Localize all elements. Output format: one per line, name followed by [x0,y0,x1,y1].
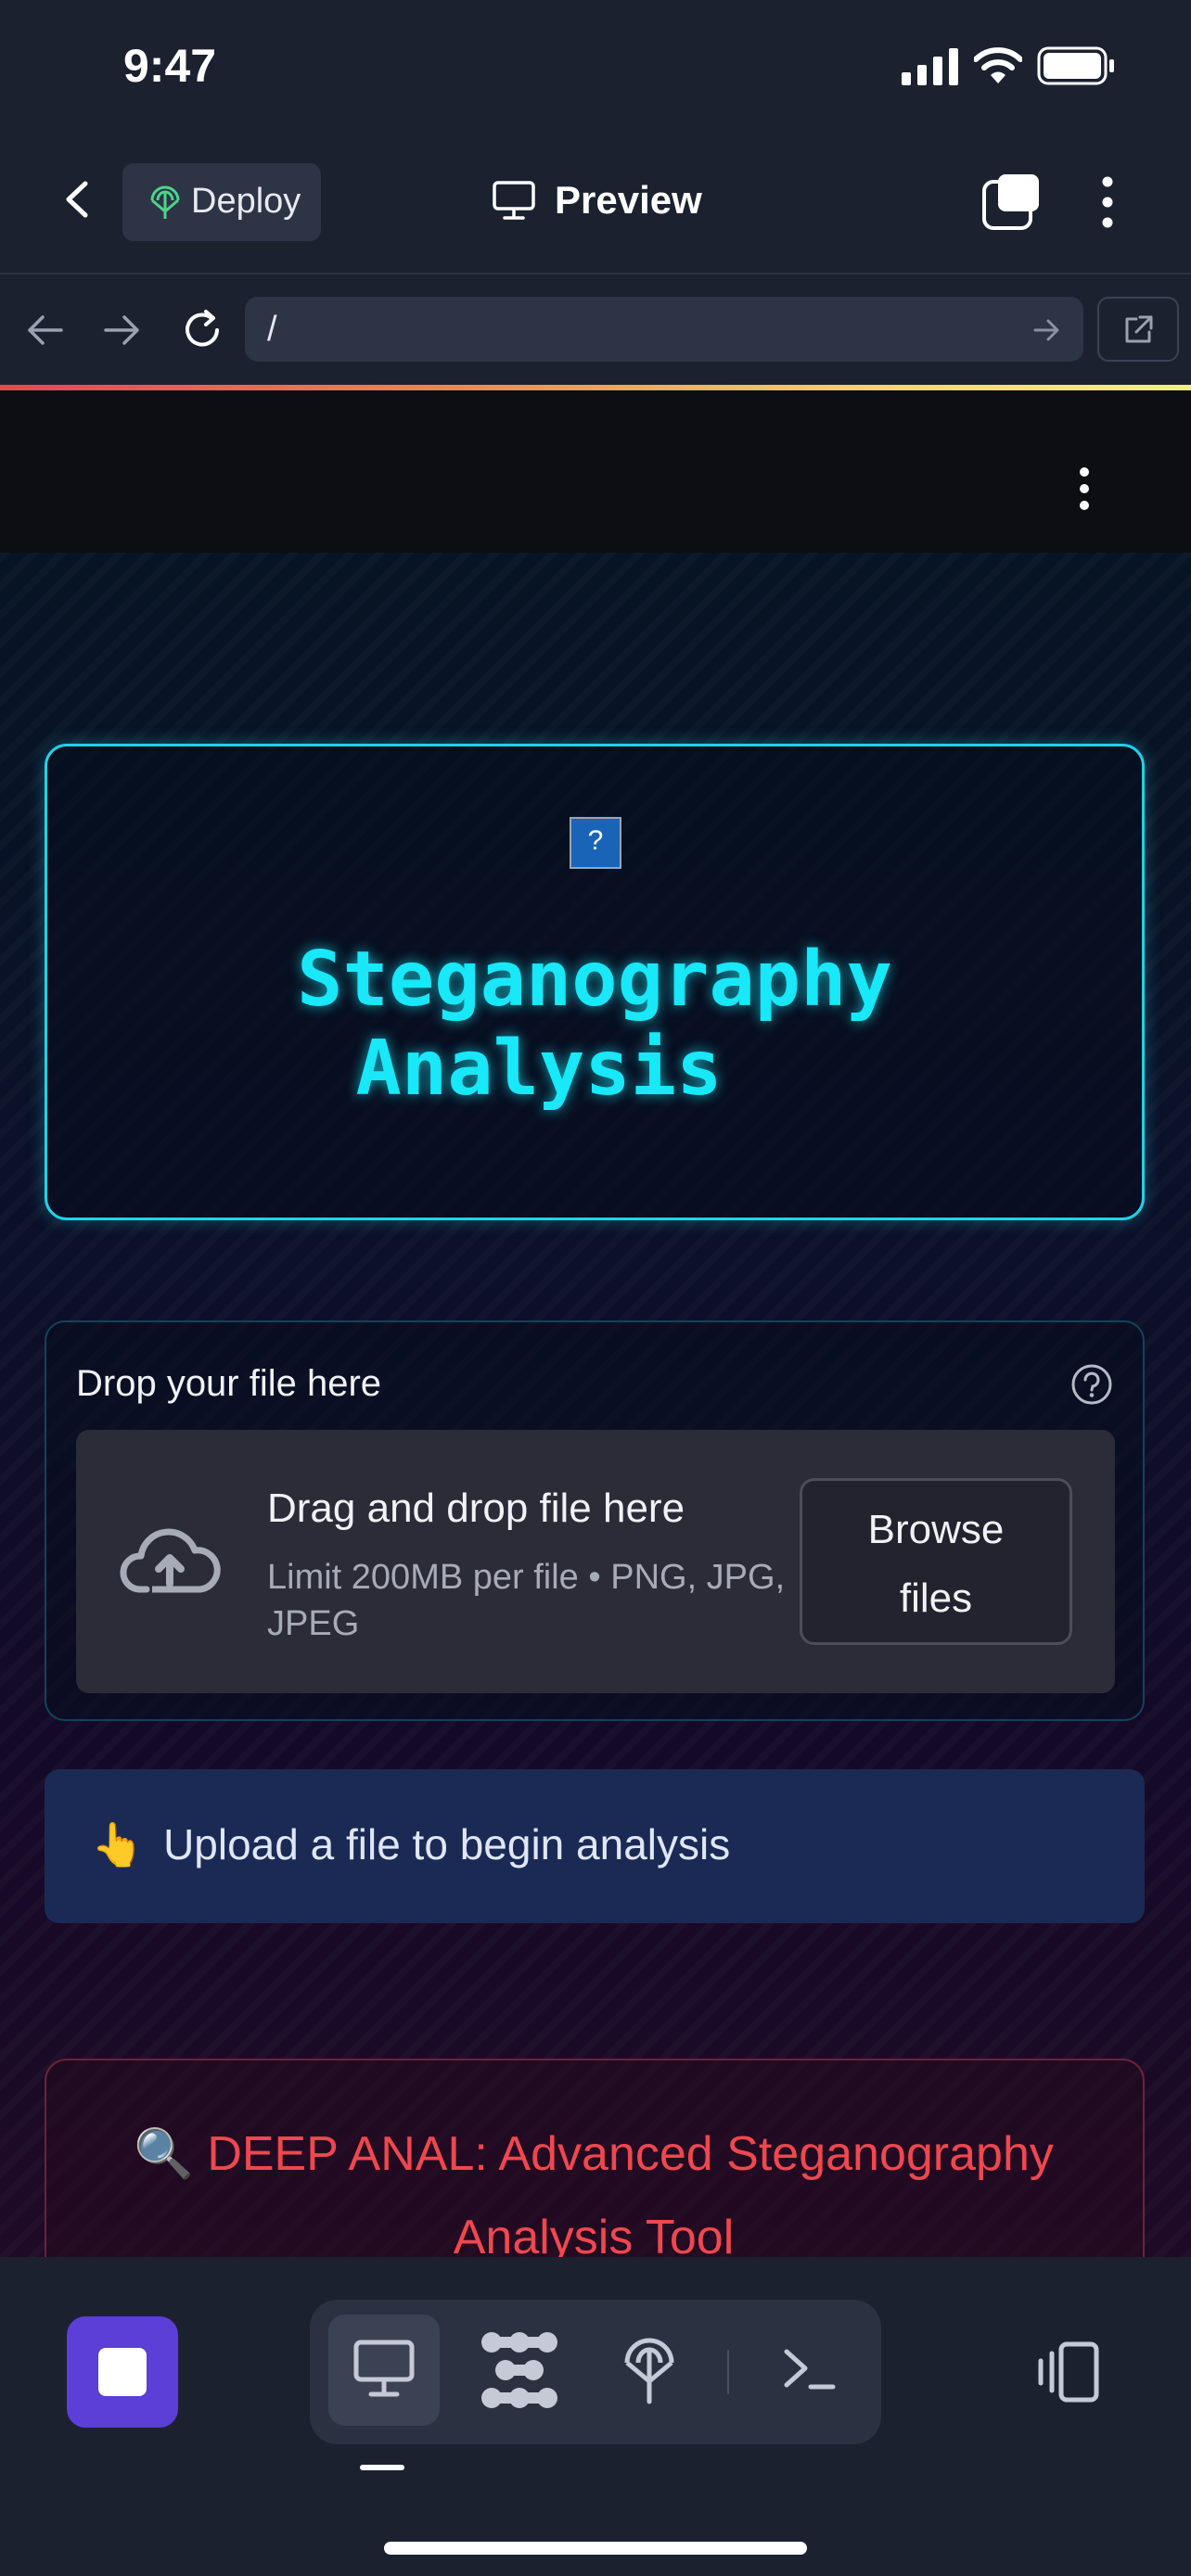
reload-icon[interactable] [178,306,226,354]
broken-image-icon: ? [570,817,621,869]
console-view-button[interactable] [764,2324,857,2417]
monitor-icon [492,180,536,221]
deploy-icon [624,2338,674,2404]
bottom-toolbar [0,2257,1191,2576]
active-tab-indicator [360,2465,404,2470]
url-input[interactable]: / [245,297,1083,362]
nav-forward-icon[interactable] [102,312,143,349]
terminal-icon [784,2349,836,2390]
nodes-icon [481,2332,557,2408]
external-link-icon [1121,313,1155,347]
dropzone-subtitle: Limit 200MB per file • PNG, JPG, JPEG [267,1558,786,1643]
hero-card: ? Steganography Analysis [45,744,1145,1220]
view-switcher [310,2300,881,2444]
chevron-left-icon [66,181,88,218]
info-alert: 👆 Upload a file to begin analysis [45,1769,1145,1923]
info-text: Upload a file to begin analysis [163,1820,731,1868]
browse-label-line1: Browse [867,1507,1005,1552]
stop-icon [98,2348,147,2396]
monitor-icon [352,2339,416,2400]
browse-label-line2: files [899,1575,973,1621]
deploy-view-button[interactable] [603,2324,696,2417]
open-external-button[interactable] [1097,297,1179,362]
tabs-switcher-icon[interactable] [981,172,1041,232]
preview-label: Preview [555,178,702,222]
workflow-view-button[interactable] [473,2324,566,2417]
file-uploader: Drop your file here Drag and drop file h… [45,1320,1145,1721]
app-header [0,390,1191,553]
status-time: 9:47 [123,40,217,92]
home-indicator [384,2542,807,2555]
info-message: 👆 Upload a file to begin analysis [91,1819,730,1870]
device-toggle-icon[interactable] [1031,2337,1102,2407]
magnifier-icon: 🔍 [134,2127,194,2181]
nav-back-icon[interactable] [24,312,65,349]
pointing-up-icon: 👆 [91,1820,145,1868]
deploy-button[interactable]: Deploy [122,163,321,241]
hero-title-line1: Steganography [297,936,892,1024]
deploy-label: Deploy [191,182,301,221]
preview-view-button[interactable] [328,2315,440,2426]
url-value: / [267,310,277,349]
signal-icon [902,48,959,85]
tool-title-text: DEEP ANAL: Advanced Steganography Analys… [207,2127,1054,2257]
app-menu-icon[interactable] [1070,465,1098,515]
browse-files-button[interactable]: Browse files [800,1478,1072,1645]
hero-title: Steganography Analysis [47,936,1142,1114]
tool-title: 🔍 DEEP ANAL: Advanced Steganography Anal… [83,2112,1104,2257]
back-button[interactable] [52,167,108,232]
battery-icon [1037,46,1117,85]
stop-button[interactable] [67,2316,178,2428]
hero-title-line2: Analysis [355,1025,723,1113]
deploy-icon [148,184,182,221]
uploader-label: Drop your file here [76,1363,382,1404]
dropzone[interactable]: Drag and drop file here Limit 200MB per … [76,1430,1115,1693]
go-arrow-icon[interactable] [1033,317,1061,343]
wifi-icon [974,46,1022,85]
divider [0,273,1191,274]
app-content: ? Steganography Analysis Drop your file … [0,553,1191,2257]
tool-banner: 🔍 DEEP ANAL: Advanced Steganography Anal… [45,2059,1145,2257]
more-vertical-icon[interactable] [1095,172,1121,232]
cloud-upload-icon [119,1523,221,1597]
separator [727,2350,729,2394]
dropzone-title: Drag and drop file here [267,1486,685,1531]
help-icon[interactable] [1070,1363,1113,1406]
